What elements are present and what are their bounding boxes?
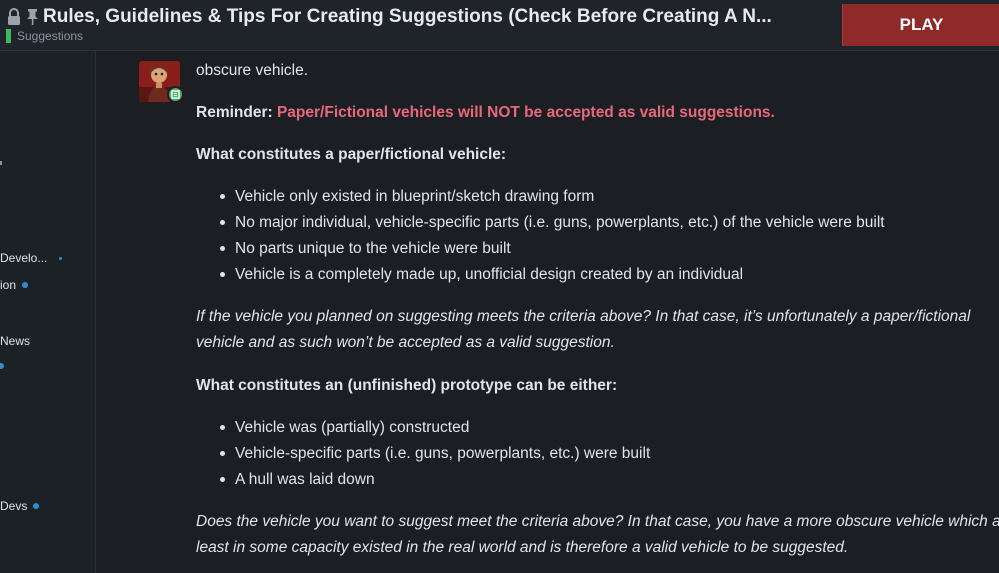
- list-item: No parts unique to the vehicle were buil…: [235, 240, 511, 257]
- category-badge[interactable]: Suggestions: [6, 29, 83, 43]
- sidebar-item-news-dot: [0, 363, 4, 369]
- sidebar-item-label: News: [0, 334, 31, 348]
- list-item: Vehicle is a completely made up, unoffic…: [235, 266, 744, 283]
- bullet: [220, 246, 225, 251]
- unread-dot: [33, 503, 40, 509]
- play-button[interactable]: PLAY: [842, 4, 999, 46]
- list-item: A hull was laid down: [235, 471, 375, 488]
- intro-text: obscure vehicle.: [196, 62, 309, 79]
- topic-title[interactable]: Rules, Guidelines & Tips For Creating Su…: [43, 6, 772, 28]
- prototype-note-line-2: least in some capacity existed in the re…: [196, 539, 849, 556]
- paper-note-line-2: vehicle and as such won’t be accepted as…: [196, 334, 615, 351]
- bullet: [220, 477, 225, 482]
- topic-title-row: Rules, Guidelines & Tips For Creating Su…: [6, 6, 772, 28]
- sidebar-item-label: Develo...: [0, 251, 48, 265]
- sidebar: Develo... ion News Devs: [0, 51, 96, 573]
- pin-icon: [25, 8, 40, 26]
- moderator-badge-icon: [167, 86, 184, 103]
- sidebar-item-devs[interactable]: Devs: [0, 499, 40, 513]
- sidebar-item-label: ion: [0, 278, 17, 292]
- category-color-swatch: [6, 29, 11, 43]
- paper-heading: What constitutes a paper/fictional vehic…: [196, 146, 507, 163]
- topic-post-area: obscure vehicle. Reminder: Paper/Fiction…: [96, 51, 999, 573]
- reminder-text: Paper/Fictional vehicles will NOT be acc…: [276, 104, 775, 121]
- unread-dot: [0, 363, 4, 369]
- sidebar-item-developers[interactable]: Develo...: [0, 251, 63, 265]
- bullet: [220, 451, 225, 456]
- lock-icon: [6, 8, 22, 26]
- category-label[interactable]: Suggestions: [17, 29, 83, 43]
- bullet: [220, 272, 225, 277]
- topic-header: Rules, Guidelines & Tips For Creating Su…: [0, 0, 999, 51]
- unread-dot: [59, 256, 63, 260]
- prototype-note-line-1: Does the vehicle you want to suggest mee…: [196, 513, 999, 530]
- list-item: Vehicle-specific parts (i.e. guns, power…: [235, 445, 651, 462]
- paper-note-line-1: If the vehicle you planned on suggesting…: [196, 308, 971, 325]
- list-item: Vehicle only existed in blueprint/sketch…: [235, 188, 595, 205]
- sidebar-item-news[interactable]: News: [0, 334, 30, 348]
- bullet: [220, 425, 225, 430]
- bullet: [220, 194, 225, 199]
- bullet: [220, 220, 225, 225]
- list-item: Vehicle was (partially) constructed: [235, 419, 470, 436]
- sidebar-item-ion[interactable]: ion: [0, 278, 29, 292]
- sidebar-item-label: Devs: [0, 499, 28, 513]
- list-item: No major individual, vehicle-specific pa…: [235, 214, 885, 231]
- prototype-heading: What constitutes an (unfinished) prototy…: [196, 377, 618, 394]
- sidebar-marker: [0, 161, 2, 165]
- reminder-paragraph: Reminder: Paper/Fictional vehicles will …: [196, 100, 775, 126]
- unread-dot: [22, 282, 29, 288]
- reminder-label: Reminder:: [196, 104, 273, 121]
